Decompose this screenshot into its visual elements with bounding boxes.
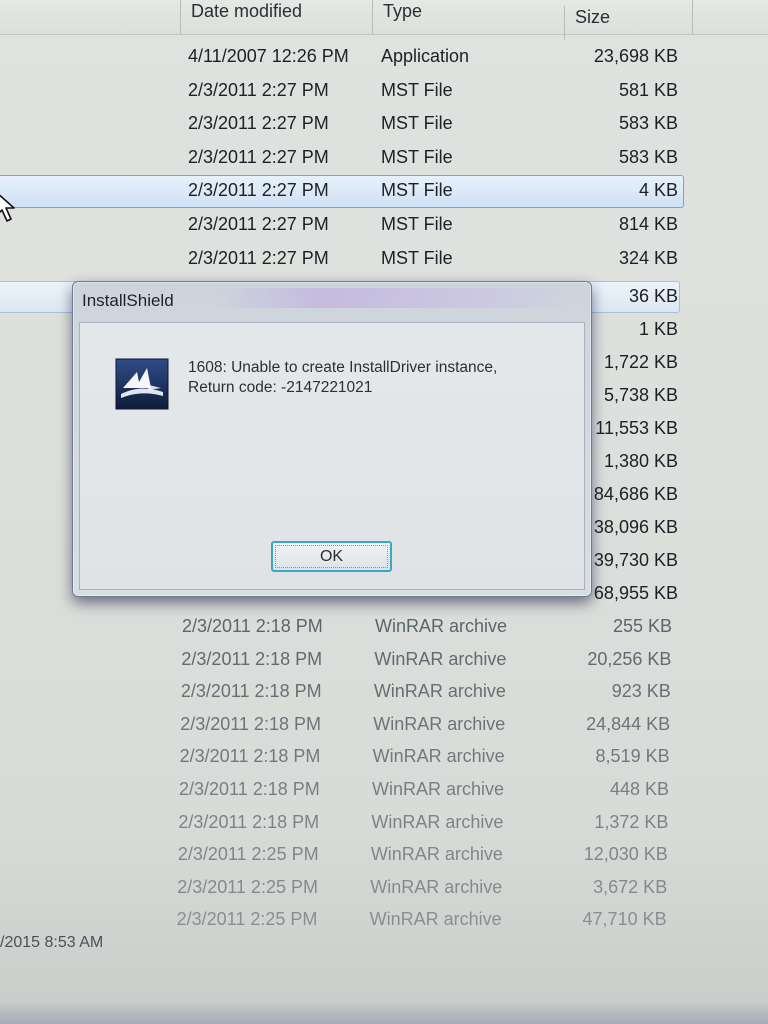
file-date: 2/3/2011 2:18 PM: [180, 713, 321, 734]
file-size: 20,256 KB: [587, 648, 672, 669]
file-row[interactable]: 2/3/2011 2:18 PM WinRAR archive 8,519 KB: [0, 740, 760, 773]
file-row[interactable]: 2/3/2011 2:27 PM MST File 324 KB: [0, 242, 768, 275]
error-message-line-1: 1608: Unable to create InstallDriver ins…: [188, 359, 498, 376]
file-size: 36 KB: [628, 286, 678, 306]
file-size: 4 KB: [638, 180, 678, 201]
explorer-screen: Date modified Type Size 4/11/2007 12:26 …: [0, 0, 768, 1024]
file-size: 324 KB: [618, 247, 678, 268]
file-row[interactable]: 2/3/2011 2:27 PM MST File 581 KB: [0, 74, 768, 107]
file-row[interactable]: 2/3/2011 2:27 PM MST File 583 KB: [0, 107, 768, 140]
file-date: 2/3/2011 2:25 PM: [177, 844, 319, 865]
file-row[interactable]: 2/3/2011 2:18 PM WinRAR archive 1,372 KB: [0, 806, 758, 839]
file-row[interactable]: 2/3/2011 2:25 PM WinRAR archive 12,030 KB: [0, 838, 758, 871]
dialog-title: InstallShield: [82, 291, 174, 310]
file-size: 1,380 KB: [603, 451, 678, 471]
file-row[interactable]: 2/3/2011 2:27 PM MST File 4 KB: [0, 174, 768, 209]
dialog-body: 1608: Unable to create InstallDriver ins…: [79, 322, 585, 590]
file-type: Application: [381, 46, 470, 66]
ok-button-label: OK: [275, 545, 388, 568]
file-date: 2/3/2011 2:18 PM: [178, 811, 320, 832]
file-size: 38,096 KB: [593, 517, 678, 537]
file-size: 3,672 KB: [593, 876, 668, 897]
installshield-error-dialog: InstallShield 1608: Unable to create Ins…: [72, 281, 592, 597]
file-type: MST File: [381, 146, 453, 167]
error-message-line-2: Return code: -2147221021: [188, 379, 373, 396]
file-row[interactable]: 2/3/2011 2:27 PM MST File 583 KB: [0, 141, 768, 174]
taskbar-edge: [0, 1000, 768, 1024]
file-date: 2/3/2011 2:27 PM: [188, 180, 329, 201]
file-size: 8,519 KB: [595, 746, 670, 767]
file-type: MST File: [381, 113, 453, 134]
file-type: WinRAR archive: [369, 909, 502, 930]
file-size: 24,844 KB: [586, 713, 671, 734]
ok-button[interactable]: OK: [271, 541, 392, 572]
file-size: 1,372 KB: [594, 811, 669, 832]
file-type: MST File: [381, 180, 453, 201]
file-size: 11,553 KB: [595, 418, 678, 438]
file-date: 2/3/2011 2:27 PM: [188, 79, 329, 100]
file-type: WinRAR archive: [373, 713, 506, 734]
file-date: 2/3/2011 2:27 PM: [188, 146, 329, 167]
status-date-text: /2015 8:53 AM: [0, 934, 104, 951]
titlebar-glare: [213, 288, 573, 308]
file-size: 583 KB: [618, 113, 678, 134]
file-type: WinRAR archive: [375, 616, 508, 636]
file-row[interactable]: 2/3/2011 2:25 PM WinRAR archive 47,710 KB: [0, 903, 757, 936]
file-type: WinRAR archive: [372, 746, 505, 767]
file-date: 2/3/2011 2:25 PM: [176, 909, 318, 930]
file-type: MST File: [381, 79, 453, 100]
file-size: 581 KB: [618, 79, 678, 100]
file-date: 2/3/2011 2:18 PM: [179, 746, 321, 767]
file-row[interactable]: 2/3/2011 2:27 PM MST File 814 KB: [0, 208, 768, 241]
installshield-logo-icon: [115, 358, 169, 410]
file-date: 2/3/2011 2:18 PM: [182, 616, 323, 636]
file-size: 255 KB: [612, 616, 672, 636]
selection-highlight: [0, 175, 684, 209]
file-size: 814 KB: [618, 214, 678, 234]
file-size: 68,955 KB: [593, 583, 678, 603]
file-size: 448 KB: [609, 779, 669, 799]
file-date: 4/11/2007 12:26 PM: [188, 46, 349, 66]
file-size: 47,710 KB: [582, 909, 667, 930]
file-date: 2/3/2011 2:27 PM: [188, 247, 329, 268]
file-row[interactable]: 2/3/2011 2:18 PM WinRAR archive 255 KB: [0, 610, 762, 643]
file-type: MST File: [381, 214, 453, 234]
file-type: WinRAR archive: [373, 681, 506, 702]
file-size: 39,730 KB: [593, 550, 678, 570]
file-size: 1 KB: [638, 319, 678, 339]
file-row[interactable]: 2/3/2011 2:25 PM WinRAR archive 3,672 KB: [0, 871, 757, 904]
file-date: 2/3/2011 2:18 PM: [179, 779, 320, 799]
file-type: WinRAR archive: [372, 779, 505, 799]
file-size: 23,698 KB: [593, 46, 678, 66]
file-date: 2/3/2011 2:27 PM: [188, 214, 329, 234]
file-type: WinRAR archive: [374, 648, 507, 669]
file-size: 1,722 KB: [603, 352, 678, 372]
file-size: 12,030 KB: [583, 844, 668, 865]
file-row[interactable]: 2/3/2011 2:18 PM WinRAR archive 448 KB: [0, 773, 759, 806]
file-type: WinRAR archive: [370, 844, 503, 865]
file-type: WinRAR archive: [371, 811, 504, 832]
file-row[interactable]: 2/3/2011 2:18 PM WinRAR archive 20,256 KB: [0, 643, 761, 676]
file-row[interactable]: 2/3/2011 2:18 PM WinRAR archive 24,844 KB: [0, 708, 760, 741]
file-type: WinRAR archive: [370, 876, 503, 897]
file-date: 2/3/2011 2:25 PM: [177, 876, 318, 897]
file-date: 2/3/2011 2:27 PM: [188, 113, 329, 134]
file-date: 2/3/2011 2:18 PM: [181, 648, 323, 669]
file-size: 923 KB: [611, 681, 671, 702]
file-size: 84,686 KB: [593, 484, 678, 504]
file-size: 583 KB: [618, 146, 678, 167]
file-type: MST File: [381, 247, 453, 268]
mouse-pointer-icon: [0, 194, 15, 222]
file-date: 2/3/2011 2:18 PM: [180, 681, 322, 702]
file-size: 5,738 KB: [603, 385, 678, 405]
file-row[interactable]: 2/3/2011 2:18 PM WinRAR archive 923 KB: [0, 675, 761, 708]
file-row[interactable]: 4/11/2007 12:26 PM Application 23,698 KB: [0, 40, 768, 73]
